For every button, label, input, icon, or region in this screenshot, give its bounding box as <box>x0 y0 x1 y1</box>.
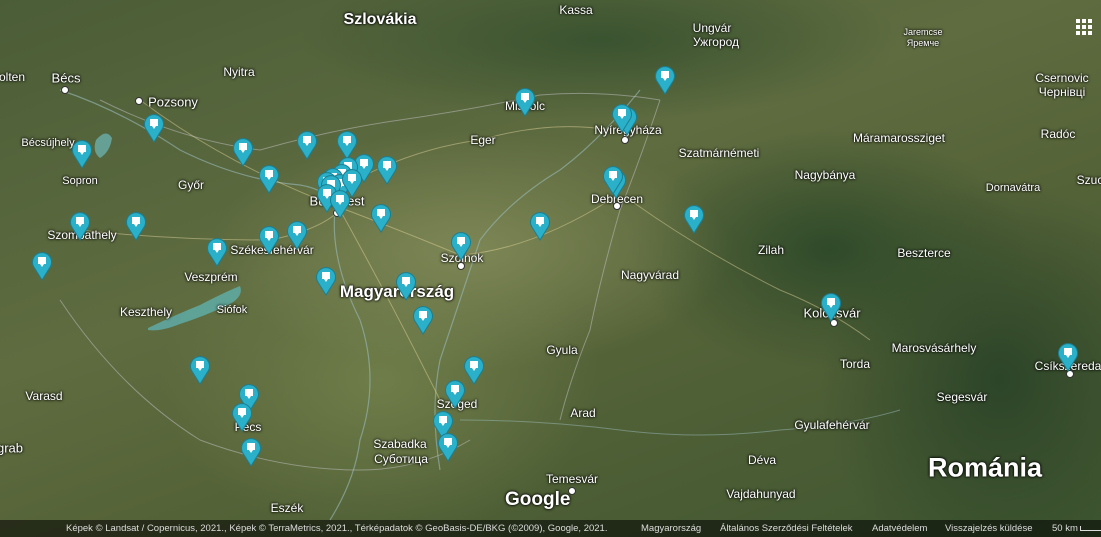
city-label-ungvar-cyr: Ужгород <box>692 35 740 49</box>
city-label-szatmarnemeti: Szatmárnémeti <box>678 146 760 160</box>
map-marker-pin[interactable] <box>1057 342 1079 372</box>
map-marker-pin[interactable] <box>143 113 165 143</box>
city-label-becsujhely: Bécsújhely <box>21 137 75 149</box>
city-label-ungvar: Ungvár <box>692 21 732 35</box>
imagery-attribution: Képek © Landsat / Copernicus, 2021., Kép… <box>66 523 608 534</box>
attribution-bar: Képek © Landsat / Copernicus, 2021., Kép… <box>0 520 1101 537</box>
city-label-kassa: Kassa <box>559 3 593 17</box>
privacy-link[interactable]: Adatvédelem <box>872 520 927 537</box>
city-label-sopron: Sopron <box>62 175 98 187</box>
map-marker-pin[interactable] <box>315 266 337 296</box>
map-marker-pin[interactable] <box>329 189 351 219</box>
city-label-csernovic: Csernovic <box>1035 71 1089 85</box>
city-label-szabadka: Szabadka <box>373 437 427 451</box>
city-label-torda: Torda <box>839 357 871 371</box>
city-label-nyitra: Nyitra <box>223 65 255 79</box>
city-label-radoc: Radóc <box>1040 127 1076 141</box>
city-label-maramarossziget: Máramarossziget <box>852 131 946 145</box>
city-label-veszprem: Veszprém <box>184 270 238 284</box>
city-label-temesvar: Temesvár <box>545 472 599 486</box>
region-link[interactable]: Magyarország <box>641 520 701 537</box>
city-label-szabadka-cyr: Суботица <box>374 452 428 466</box>
city-label-szuc: Szuc <box>1076 173 1101 187</box>
city-label-beszterce: Beszterce <box>897 246 951 260</box>
city-label-gyula: Gyula <box>546 343 578 357</box>
city-dot <box>135 97 143 105</box>
city-label-keszthely: Keszthely <box>119 305 173 319</box>
map-marker-pin[interactable] <box>31 251 53 281</box>
city-label-siofok: Siófok <box>216 304 248 316</box>
grid-dots-icon[interactable] <box>1073 16 1095 38</box>
city-label-jaremcse-cyr: Яремче <box>906 38 940 48</box>
map-marker-pin[interactable] <box>125 211 147 241</box>
map-marker-pin[interactable] <box>376 155 398 185</box>
city-label-marosvasarhely: Marosvásárhely <box>891 341 977 355</box>
map-marker-pin[interactable] <box>69 211 91 241</box>
map-marker-pin[interactable] <box>683 204 705 234</box>
map-marker-pin[interactable] <box>240 437 262 467</box>
city-label-nagybanya: Nagybánya <box>794 168 856 182</box>
river-tisza <box>434 89 641 471</box>
map-marker-pin[interactable] <box>232 137 254 167</box>
city-dot <box>61 86 69 94</box>
map-marker-pin[interactable] <box>206 237 228 267</box>
city-label-gyor: Győr <box>177 178 205 192</box>
city-label-zilah: Zilah <box>757 243 785 257</box>
city-label-nagyvarad: Nagyvárad <box>620 268 680 282</box>
map-marker-pin[interactable] <box>296 130 318 160</box>
city-label-csernovic-cyr: Чернівці <box>1038 85 1086 99</box>
city-label-becs: Bécs <box>51 70 81 86</box>
country-label-slovakia: Szlovákia <box>343 11 417 28</box>
map-marker-pin[interactable] <box>71 139 93 169</box>
lake-neusiedl <box>94 133 112 158</box>
scale-label: 50 km <box>1052 523 1078 534</box>
city-label-varasd: Varasd <box>25 389 63 403</box>
city-label-pozsony: Pozsony <box>148 94 198 110</box>
map-marker-pin[interactable] <box>189 355 211 385</box>
map-marker-pin[interactable] <box>286 220 308 250</box>
map-marker-pin[interactable] <box>370 203 392 233</box>
map-marker-pin[interactable] <box>412 305 434 335</box>
terms-link[interactable]: Általános Szerződési Feltételek <box>720 520 853 537</box>
feedback-link[interactable]: Visszajelzés küldése <box>945 520 1032 537</box>
map-marker-pin[interactable] <box>602 165 624 195</box>
map-marker-pin[interactable] <box>395 271 417 301</box>
google-logo: Google <box>505 489 571 510</box>
city-label-gyulafehervar: Gyulafehérvár <box>794 418 870 432</box>
map-marker-pin[interactable] <box>258 225 280 255</box>
map-marker-pin[interactable] <box>514 87 536 117</box>
city-label-eger: Eger <box>470 133 496 147</box>
map-marker-pin[interactable] <box>444 379 466 409</box>
map-marker-pin[interactable] <box>529 211 551 241</box>
city-label-zagrab: grab <box>0 440 24 456</box>
city-label-arad: Arad <box>570 406 596 420</box>
city-label-eszek: Eszék <box>270 501 304 515</box>
city-dot <box>621 136 629 144</box>
city-label-segesvar: Segesvár <box>936 390 988 404</box>
city-dot <box>457 262 465 270</box>
map-marker-pin[interactable] <box>463 355 485 385</box>
map-canvas[interactable]: Szlovákia Magyarország Románia Kassa Ung… <box>0 0 1101 537</box>
map-marker-pin[interactable] <box>231 402 253 432</box>
map-marker-pin[interactable] <box>258 164 280 194</box>
city-label-olten: olten <box>0 70 26 84</box>
city-label-jaremcse: Jaremcse <box>903 27 943 37</box>
map-marker-pin[interactable] <box>820 292 842 322</box>
country-label-romania: Románia <box>927 452 1043 483</box>
city-label-dornavatra: Dornavátra <box>985 182 1041 194</box>
scale-bar <box>1080 526 1101 531</box>
map-marker-pin[interactable] <box>611 103 633 133</box>
city-label-deva: Déva <box>747 453 777 467</box>
city-dot <box>613 202 621 210</box>
border-east <box>559 99 661 421</box>
map-marker-pin[interactable] <box>654 65 676 95</box>
map-marker-pin[interactable] <box>450 231 472 261</box>
map-marker-pin[interactable] <box>437 432 459 462</box>
city-label-vajdahunyad: Vajdahunyad <box>726 487 796 501</box>
